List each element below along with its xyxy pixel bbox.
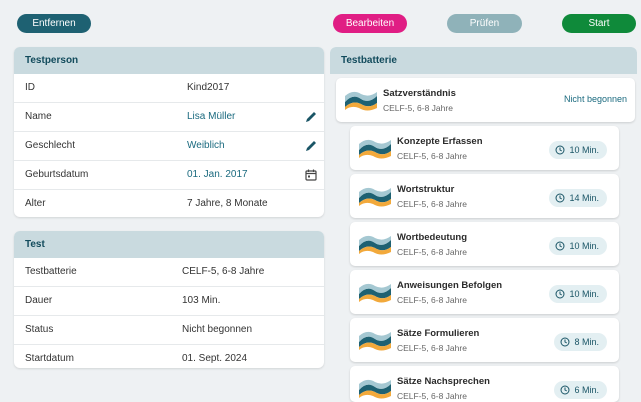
test-row-status: Status Nicht begonnen (14, 316, 324, 345)
pencil-icon[interactable] (304, 139, 318, 153)
name-value: Lisa Müller (187, 111, 236, 122)
battery-item-title: Wortstruktur (397, 184, 455, 195)
row-label: Geburtsdatum (25, 169, 89, 180)
row-value: Kind2017 (187, 82, 230, 93)
battery-item-subtitle: CELF-5, 6-8 Jahre (383, 103, 453, 113)
battery-item-title: Satzverständnis (383, 88, 456, 99)
duration-text: 14 Min. (569, 193, 599, 203)
duration-badge: 6 Min. (554, 381, 607, 399)
duration-badge: 10 Min. (549, 141, 607, 159)
row-value: Nicht begonnen (182, 324, 253, 335)
battery-item-subtitle: CELF-5, 6-8 Jahre (397, 295, 467, 305)
duration-text: 10 Min. (569, 241, 599, 251)
row-label: Name (25, 111, 52, 122)
person-row-birthdate: Geburtsdatum 01. Jan. 2017 (14, 161, 324, 190)
edit-button[interactable]: Bearbeiten (333, 14, 407, 33)
celf-logo-icon (359, 379, 391, 399)
battery-item-title: Anweisungen Befolgen (397, 280, 503, 291)
battery-item-subtitle: CELF-5, 6-8 Jahre (397, 151, 467, 161)
row-label: Startdatum (25, 353, 74, 364)
row-label: Alter (25, 198, 46, 209)
row-label: Geschlecht (25, 140, 76, 151)
birthdate-value: 01. Jan. 2017 (187, 169, 248, 180)
row-label: Testbatterie (25, 266, 77, 277)
person-row-name: Name Lisa Müller (14, 103, 324, 132)
battery-item-subtitle: CELF-5, 6-8 Jahre (397, 199, 467, 209)
test-row-duration: Dauer 103 Min. (14, 287, 324, 316)
person-card: Testperson ID Kind2017 Name Lisa Müller … (14, 47, 324, 217)
battery-card: Testbatterie Satzverständnis CELF-5, 6-8… (330, 47, 637, 402)
battery-item[interactable]: Konzepte Erfassen CELF-5, 6-8 Jahre 10 M… (350, 126, 619, 170)
clock-icon (560, 337, 570, 347)
celf-logo-icon (359, 331, 391, 351)
battery-item[interactable]: Wortstruktur CELF-5, 6-8 Jahre 14 Min. (350, 174, 619, 218)
duration-badge: 8 Min. (554, 333, 607, 351)
person-row-gender: Geschlecht Weiblich (14, 132, 324, 161)
duration-badge: 10 Min. (549, 285, 607, 303)
celf-logo-icon (359, 139, 391, 159)
battery-item-main[interactable]: Satzverständnis CELF-5, 6-8 Jahre Nicht … (336, 78, 635, 122)
clock-icon (555, 145, 565, 155)
row-label: ID (25, 82, 35, 93)
duration-badge: 10 Min. (549, 237, 607, 255)
check-button[interactable]: Prüfen (447, 14, 522, 33)
start-button[interactable]: Start (562, 14, 636, 33)
clock-icon (555, 289, 565, 299)
battery-item-title: Konzepte Erfassen (397, 136, 483, 147)
battery-item[interactable]: Sätze Formulieren CELF-5, 6-8 Jahre 8 Mi… (350, 318, 619, 362)
duration-text: 6 Min. (574, 385, 599, 395)
battery-item[interactable]: Anweisungen Befolgen CELF-5, 6-8 Jahre 1… (350, 270, 619, 314)
clock-icon (555, 193, 565, 203)
battery-item-subtitle: CELF-5, 6-8 Jahre (397, 247, 467, 257)
battery-card-title: Testbatterie (330, 47, 637, 74)
celf-logo-icon (345, 91, 377, 111)
test-row-startdate: Startdatum 01. Sept. 2024 (14, 345, 324, 368)
clock-icon (560, 385, 570, 395)
person-row-age: Alter 7 Jahre, 8 Monate (14, 190, 324, 217)
duration-text: 8 Min. (574, 337, 599, 347)
battery-item-subtitle: CELF-5, 6-8 Jahre (397, 343, 467, 353)
row-label: Dauer (25, 295, 53, 306)
row-value: 7 Jahre, 8 Monate (187, 198, 268, 209)
battery-item-title: Wortbedeutung (397, 232, 468, 243)
pencil-icon[interactable] (304, 110, 318, 124)
test-card-title: Test (14, 231, 324, 258)
battery-item-subtitle: CELF-5, 6-8 Jahre (397, 391, 467, 401)
clock-icon (555, 241, 565, 251)
row-value: 01. Sept. 2024 (182, 353, 248, 364)
celf-logo-icon (359, 187, 391, 207)
row-value: CELF-5, 6-8 Jahre (182, 266, 265, 277)
battery-item[interactable]: Wortbedeutung CELF-5, 6-8 Jahre 10 Min. (350, 222, 619, 266)
toolbar: Entfernen Bearbeiten Prüfen Start (0, 0, 641, 40)
row-value: 103 Min. (182, 295, 221, 306)
calendar-icon[interactable] (304, 168, 318, 182)
battery-item[interactable]: Sätze Nachsprechen CELF-5, 6-8 Jahre 6 M… (350, 366, 619, 402)
duration-badge: 14 Min. (549, 189, 607, 207)
celf-logo-icon (359, 283, 391, 303)
celf-logo-icon (359, 235, 391, 255)
gender-value: Weiblich (187, 140, 225, 151)
remove-button[interactable]: Entfernen (17, 14, 91, 33)
row-label: Status (25, 324, 54, 335)
person-card-title: Testperson (14, 47, 324, 74)
battery-item-status: Nicht begonnen (563, 94, 627, 104)
battery-item-title: Sätze Formulieren (397, 328, 480, 339)
duration-text: 10 Min. (569, 145, 599, 155)
person-row-id: ID Kind2017 (14, 74, 324, 103)
test-card: Test Testbatterie CELF-5, 6-8 Jahre Daue… (14, 231, 324, 368)
battery-item-title: Sätze Nachsprechen (397, 376, 490, 387)
test-row-battery: Testbatterie CELF-5, 6-8 Jahre (14, 258, 324, 287)
duration-text: 10 Min. (569, 289, 599, 299)
